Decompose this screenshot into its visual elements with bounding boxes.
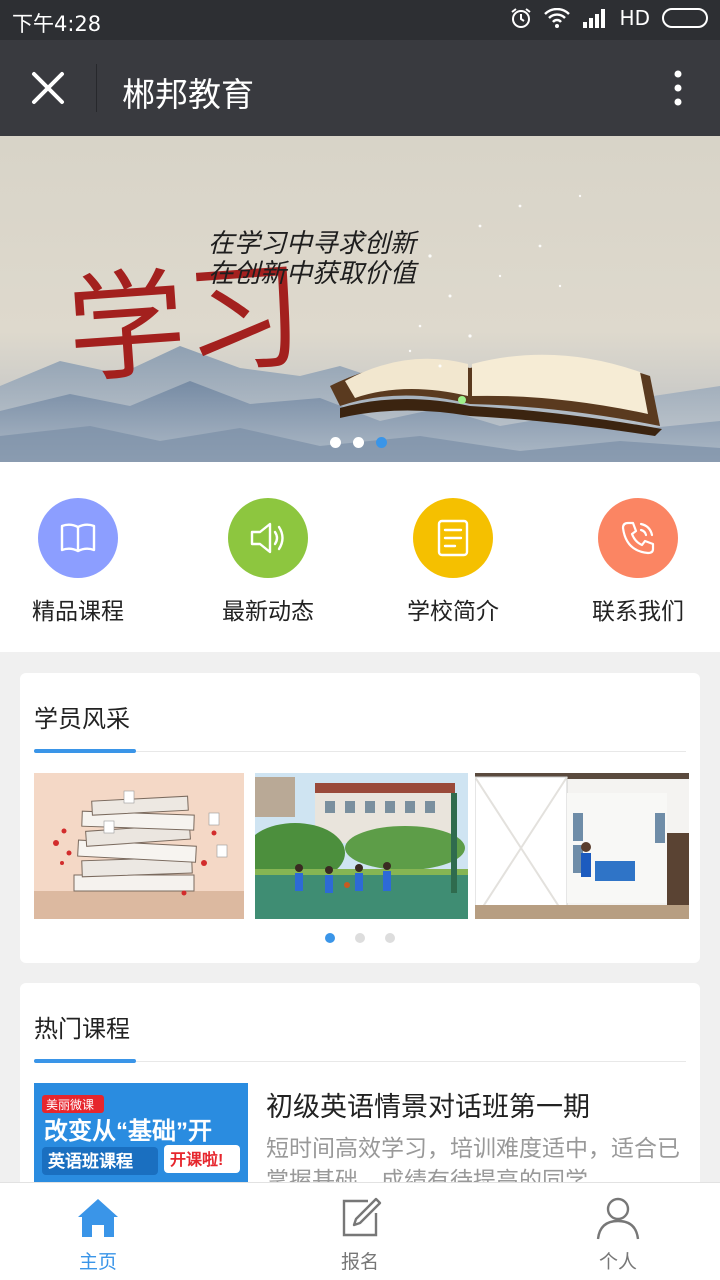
tab-home[interactable]: 主页 [38, 1195, 158, 1274]
students-card: 学员风采 [20, 673, 700, 963]
banner-indicator [330, 437, 387, 448]
gallery-image-books[interactable] [34, 773, 244, 919]
tab-label: 报名 [340, 1251, 379, 1273]
tab-signup[interactable]: 报名 [300, 1195, 420, 1274]
banner-carousel[interactable]: 学习 在学习中寻求创新 在创新中获取价值 [0, 136, 720, 462]
course-item[interactable]: 美丽微课 改变从“基础”开 英语班课程 开课啦! 初级英语情景对话班第一期 短时… [34, 1083, 686, 1194]
banner-dot[interactable] [353, 437, 364, 448]
title-divider [96, 64, 97, 112]
home-icon [78, 1199, 118, 1237]
banner-dot-active[interactable] [376, 437, 387, 448]
phone-icon [598, 498, 678, 578]
book-icon [38, 498, 118, 578]
gallery-image-room[interactable] [475, 773, 689, 919]
signal-icon [582, 9, 605, 28]
tab-profile[interactable]: 个人 [558, 1195, 678, 1274]
gallery-dot[interactable] [355, 933, 365, 943]
status-time: 下午4:28 [12, 12, 102, 36]
title-bar: 郴邦教育 [0, 40, 720, 136]
thumb-badge: 开课啦! [170, 1150, 223, 1169]
quick-link-about[interactable]: 学校简介 [363, 498, 543, 626]
quick-link-courses[interactable]: 精品课程 [0, 498, 168, 626]
battery-icon [662, 8, 708, 28]
course-title[interactable]: 初级英语情景对话班第一期 [266, 1085, 590, 1124]
wifi-icon [543, 8, 570, 28]
quick-link-label: 联系我们 [592, 599, 684, 625]
status-icons: HD [510, 6, 708, 30]
thumb-line-2: 英语班课程 [48, 1151, 133, 1171]
thumb-brand: 美丽微课 [46, 1098, 94, 1112]
edit-icon [342, 1197, 382, 1237]
alarm-icon [510, 8, 531, 28]
section-underline [34, 1059, 136, 1063]
banner-line-2: 在创新中获取价值 [208, 259, 419, 289]
section-underline [34, 749, 136, 753]
banner-dot[interactable] [330, 437, 341, 448]
bottom-tab-bar: 主页 报名 个人 [0, 1182, 720, 1280]
gallery-image-basketball[interactable] [255, 773, 468, 919]
tab-label: 个人 [598, 1251, 637, 1273]
gallery-indicator [325, 933, 395, 943]
students-title: 学员风采 [34, 705, 130, 733]
quick-link-label: 最新动态 [222, 599, 314, 625]
quick-links: 精品课程 最新动态 学校简介 联系我们 [0, 462, 720, 652]
quick-link-label: 精品课程 [32, 599, 124, 625]
quick-link-news[interactable]: 最新动态 [178, 498, 358, 626]
course-thumbnail[interactable]: 美丽微课 改变从“基础”开 英语班课程 开课啦! [34, 1083, 248, 1193]
thumb-line-1: 改变从“基础”开 [44, 1117, 212, 1145]
quick-link-contact[interactable]: 联系我们 [548, 498, 720, 626]
status-bar: 下午4:28 HD [0, 0, 720, 40]
courses-card: 热门课程 美丽微课 改变从“基础”开 英语班课程 开课啦! 初级英语情景对话班第… [20, 983, 700, 1203]
banner-line-1: 在学习中寻求创新 [208, 229, 420, 259]
close-icon[interactable] [30, 70, 66, 106]
speaker-icon [228, 498, 308, 578]
gallery-dot-active[interactable] [325, 933, 335, 943]
banner-image: 学习 在学习中寻求创新 在创新中获取价值 [0, 136, 720, 462]
courses-title: 热门课程 [34, 1015, 130, 1043]
user-icon [596, 1197, 640, 1240]
page-title: 郴邦教育 [122, 75, 254, 114]
more-icon[interactable] [666, 68, 690, 108]
document-icon [413, 498, 493, 578]
tab-label: 主页 [78, 1251, 117, 1273]
quick-link-label: 学校简介 [407, 599, 499, 625]
network-type: HD [619, 6, 650, 30]
gallery-dot[interactable] [385, 933, 395, 943]
students-gallery[interactable] [34, 773, 689, 919]
